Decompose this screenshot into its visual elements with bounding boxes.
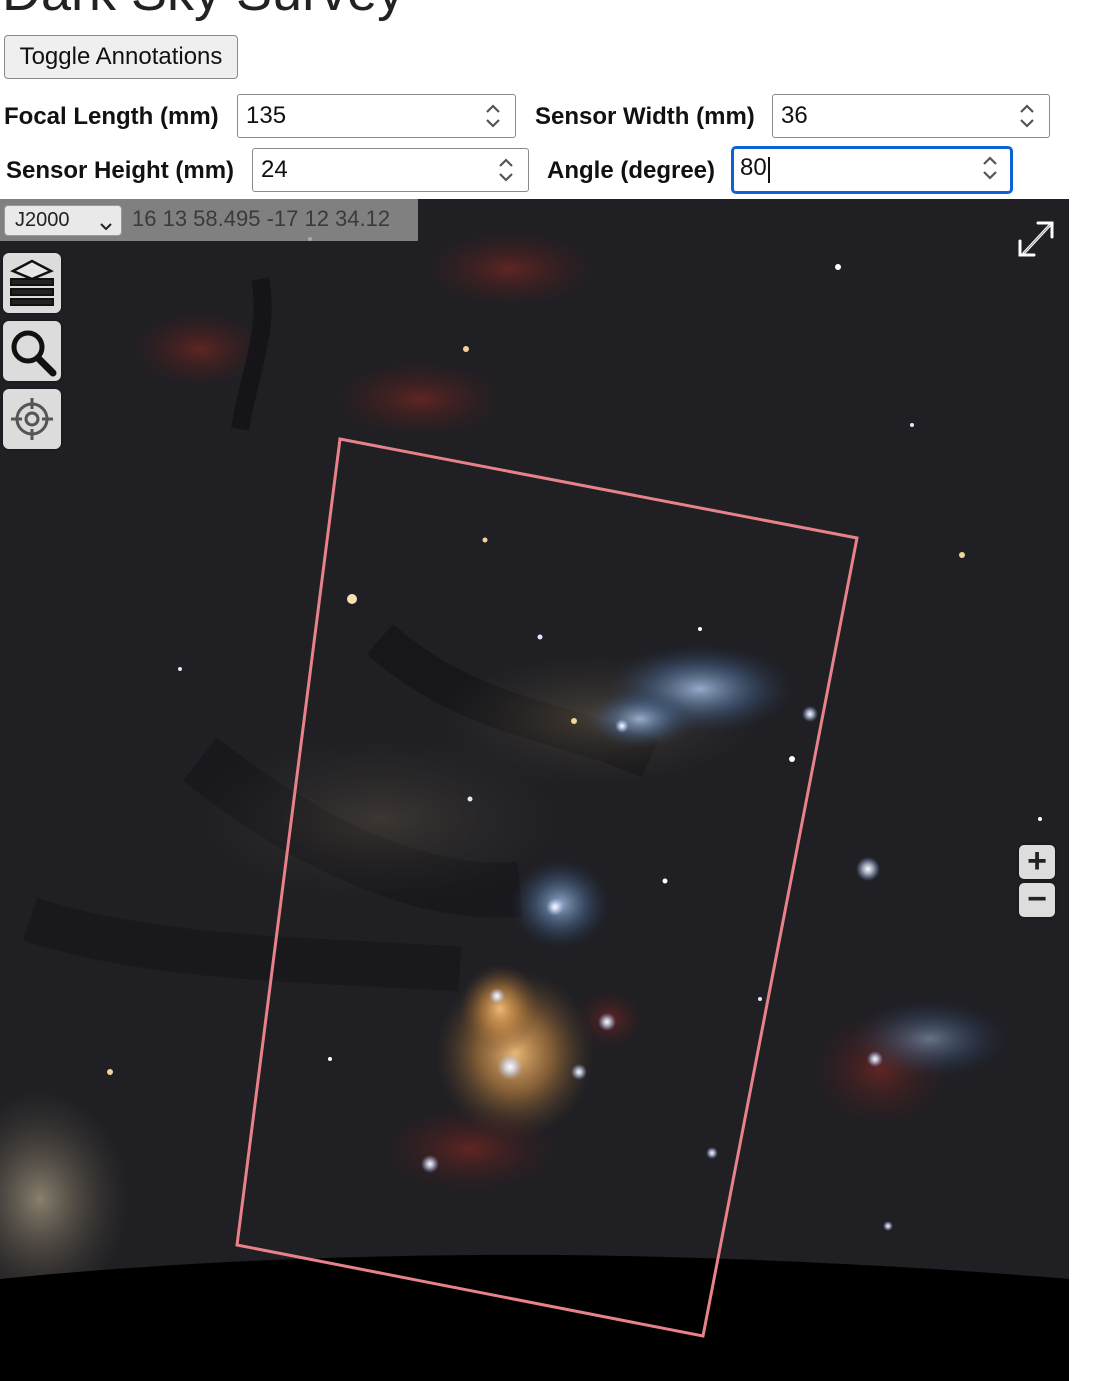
target-button[interactable] <box>3 389 61 449</box>
angle-stepper[interactable] <box>978 153 1002 183</box>
sky-viewer[interactable]: J2000 16 13 58.495 -17 12 34.12 + − <box>0 199 1069 1381</box>
frame-select-value: J2000 <box>15 209 70 231</box>
text-caret <box>768 157 770 183</box>
page-title: Dark Sky Survey <box>2 0 404 22</box>
angle-input[interactable]: 80 <box>731 146 1013 194</box>
sensor-width-label: Sensor Width (mm) <box>535 103 755 130</box>
focal-length-stepper[interactable] <box>481 101 505 131</box>
sky-image <box>0 199 1069 1381</box>
zoom-in-button[interactable]: + <box>1019 844 1055 879</box>
crosshair-icon <box>11 398 53 440</box>
fullscreen-button[interactable] <box>1012 213 1062 263</box>
sensor-height-label: Sensor Height (mm) <box>6 157 235 184</box>
sensor-width-stepper[interactable] <box>1015 101 1039 131</box>
layers-button[interactable] <box>3 253 61 313</box>
frame-select[interactable]: J2000 <box>4 205 122 236</box>
layers-icon <box>10 259 54 306</box>
sensor-height-value: 24 <box>261 156 288 183</box>
zoom-out-button[interactable]: − <box>1019 882 1055 917</box>
expand-icon <box>1018 221 1054 257</box>
focal-length-value: 135 <box>246 102 287 129</box>
coordinate-readout: 16 13 58.495 -17 12 34.12 <box>132 206 391 231</box>
angle-value: 80 <box>740 154 767 181</box>
sensor-height-input[interactable]: 24 <box>252 148 529 192</box>
search-icon <box>11 330 57 377</box>
focal-length-label: Focal Length (mm) <box>4 103 219 130</box>
search-button[interactable] <box>3 321 61 381</box>
toggle-annotations-button[interactable]: Toggle Annotations <box>4 35 238 79</box>
chevron-down-icon <box>99 215 113 238</box>
sensor-height-stepper[interactable] <box>494 155 518 185</box>
coordinate-bar: J2000 16 13 58.495 -17 12 34.12 <box>0 199 418 241</box>
sensor-width-input[interactable]: 36 <box>772 94 1050 138</box>
angle-label: Angle (degree) <box>547 157 716 184</box>
focal-length-input[interactable]: 135 <box>237 94 516 138</box>
sensor-width-value: 36 <box>781 102 808 129</box>
